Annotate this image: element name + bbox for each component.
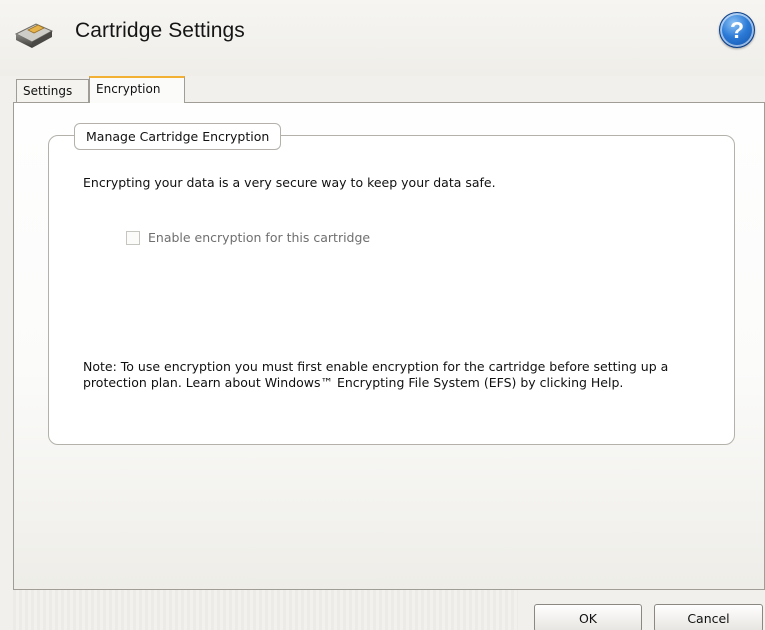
enable-encryption-checkbox[interactable] [126,230,140,245]
enable-encryption-label: Enable encryption for this cartridge [148,230,371,245]
help-icon[interactable]: ? [719,12,755,48]
tab-panel-encryption: Manage Cartridge Encryption Encrypting y… [13,102,765,590]
ok-button[interactable]: OK [534,604,642,630]
header: Cartridge Settings ? [0,0,765,76]
manage-encryption-group: Manage Cartridge Encryption Encrypting y… [48,123,735,445]
cancel-button[interactable]: Cancel [654,604,763,630]
bottom-strip [13,590,518,630]
description-text: Encrypting your data is a very secure wa… [83,175,496,190]
window-title: Cartridge Settings [75,19,245,42]
tab-encryption[interactable]: Encryption [89,76,185,103]
group-title: Manage Cartridge Encryption [74,123,282,150]
enable-encryption-row: Enable encryption for this cartridge [126,230,370,245]
tab-settings[interactable]: Settings [16,79,89,102]
note-text: Note: To use encryption you must first e… [83,359,669,390]
cartridge-icon [14,23,54,48]
